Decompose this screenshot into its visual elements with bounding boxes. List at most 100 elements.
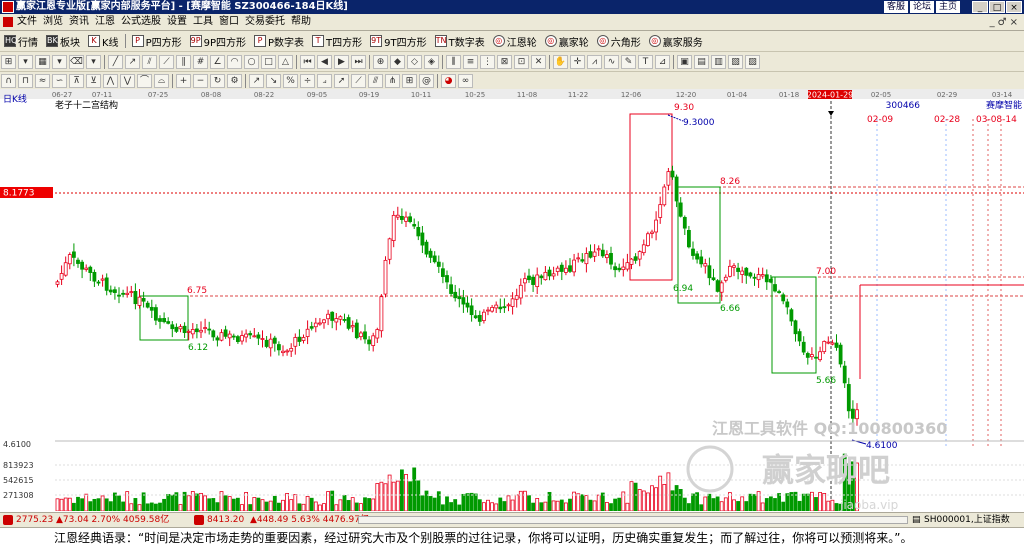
kline-chart-svg[interactable]: 06-27 07-11 07-25 08-08 08-22 09-05 09-19 10-11… xyxy=(0,89,1024,511)
text-tool-icon[interactable]: T xyxy=(638,54,653,69)
triangle-tool-icon[interactable]: △ xyxy=(278,54,293,69)
candles-icon[interactable]: ▨ xyxy=(745,54,760,69)
last-bar-icon[interactable]: ⏭ xyxy=(351,54,366,69)
indicator-e-icon[interactable]: ⊼ xyxy=(69,73,84,88)
toolbar-gann-wheel-button[interactable]: ◎ 江恩轮 xyxy=(489,32,541,50)
zoom-out-icon[interactable]: − xyxy=(193,73,208,88)
cycle-tool-icon[interactable]: ∥ xyxy=(176,54,191,69)
settings-icon[interactable]: ⚙ xyxy=(227,73,242,88)
x-mark-icon[interactable]: ✕ xyxy=(531,54,546,69)
zoom-in-icon[interactable]: + xyxy=(176,73,191,88)
circle-tool-icon[interactable]: ○ xyxy=(244,54,259,69)
time-zone-icon[interactable]: ⋮ xyxy=(480,54,495,69)
toolbar-9p-square-button[interactable]: 9P 9P四方形 xyxy=(186,32,250,50)
menu-help[interactable]: 帮助 xyxy=(291,14,317,30)
ratio-icon[interactable]: ÷ xyxy=(300,73,315,88)
indicator-a-icon[interactable]: ∩ xyxy=(1,73,16,88)
cycle-lines-icon[interactable]: ⫼ xyxy=(446,54,461,69)
toolbar-t-table-button[interactable]: TN T数字表 xyxy=(431,32,489,50)
menu-trade[interactable]: 交易委托 xyxy=(245,14,291,30)
indicator-c-icon[interactable]: ≈ xyxy=(35,73,50,88)
toolbar-winner-wheel-button[interactable]: ◎ 赢家轮 xyxy=(541,32,593,50)
menu-news[interactable]: 资讯 xyxy=(69,14,95,30)
kline-chart[interactable]: 06-27 07-11 07-25 08-08 08-22 09-05 09-19 10-11… xyxy=(0,89,1024,511)
crosshair-icon[interactable]: ✛ xyxy=(570,54,585,69)
target-icon[interactable]: ⊕ xyxy=(373,54,388,69)
diamond-icon[interactable]: ◆ xyxy=(390,54,405,69)
customer-service-link[interactable]: 客服 xyxy=(883,1,908,13)
indicator-i-icon[interactable]: ⌒ xyxy=(137,73,152,88)
diamond-up-icon[interactable]: ◈ xyxy=(424,54,439,69)
hand-icon[interactable]: ✋ xyxy=(553,54,568,69)
toolbar-9t-square-button[interactable]: 9T 9T四方形 xyxy=(366,32,430,50)
status-index-code[interactable]: SH000001,上证指数 xyxy=(924,513,1010,527)
menu-settings[interactable]: 设置 xyxy=(167,14,193,30)
angle-tool-icon[interactable]: ∠ xyxy=(210,54,225,69)
grid-tool-icon[interactable]: # xyxy=(193,54,208,69)
forum-link[interactable]: 论坛 xyxy=(909,1,934,13)
toolbar-quotes-button[interactable]: HQ 行情 xyxy=(0,32,42,50)
ray-tool-icon[interactable]: ↗ xyxy=(125,54,140,69)
close-button[interactable]: × xyxy=(1006,1,1022,13)
square-nine-icon[interactable]: ⊞ xyxy=(402,73,417,88)
layout-icon[interactable]: ⊞ xyxy=(1,54,16,69)
arc-tool-icon[interactable]: ◠ xyxy=(227,54,242,69)
zigzag-icon[interactable]: ⩘ xyxy=(587,54,602,69)
toolbar-p-table-button[interactable]: P P数字表 xyxy=(250,32,308,50)
toolbar-sector-button[interactable]: BK 板块 xyxy=(42,32,84,50)
columns-icon[interactable]: ▥ xyxy=(711,54,726,69)
menu-window[interactable]: 窗口 xyxy=(219,14,245,30)
first-bar-icon[interactable]: ⏮ xyxy=(300,54,315,69)
arrow-icon[interactable]: ➚ xyxy=(334,73,349,88)
dropdown-arrow-icon[interactable]: ▾ xyxy=(52,54,67,69)
menu-app-icon[interactable] xyxy=(3,17,13,27)
child-close-button[interactable]: × xyxy=(1010,17,1018,28)
indicator-d-icon[interactable]: ∽ xyxy=(52,73,67,88)
toolbar-t-square-button[interactable]: T T四方形 xyxy=(308,32,366,50)
square-cross-icon[interactable]: ⊡ xyxy=(514,54,529,69)
prev-bar-icon[interactable]: ◀ xyxy=(317,54,332,69)
sh-index-value[interactable]: 2775.23 xyxy=(16,513,53,527)
speed-lines-icon[interactable]: ⟋ xyxy=(351,73,366,88)
bars-icon[interactable]: ▤ xyxy=(694,54,709,69)
stack-icon[interactable]: ▧ xyxy=(728,54,743,69)
indicator-f-icon[interactable]: ⊻ xyxy=(86,73,101,88)
color-wheel-icon[interactable]: ◕ xyxy=(441,73,456,88)
toolbar-winner-service-button[interactable]: ◎ 赢家服务 xyxy=(645,32,707,50)
menu-file[interactable]: 文件 xyxy=(17,14,43,30)
next-bar-icon[interactable]: ▶ xyxy=(334,54,349,69)
homepage-link[interactable]: 主页 xyxy=(935,1,960,13)
toolbar-hexagon-button[interactable]: ◎ 六角形 xyxy=(593,32,645,50)
child-restore-button[interactable]: ♂ xyxy=(998,17,1007,28)
refresh-icon[interactable]: ↻ xyxy=(210,73,225,88)
wave-icon[interactable]: ∿ xyxy=(604,54,619,69)
diamond-outline-icon[interactable]: ◇ xyxy=(407,54,422,69)
menu-gann[interactable]: 江恩 xyxy=(95,14,121,30)
indicator-h-icon[interactable]: ⋁ xyxy=(120,73,135,88)
minimize-button[interactable]: _ xyxy=(972,1,988,13)
line-tool-icon[interactable]: ╱ xyxy=(108,54,123,69)
sz-index-value[interactable]: 8413.20 xyxy=(207,513,244,527)
window-icon[interactable]: ▣ xyxy=(677,54,692,69)
dropdown-arrow-icon[interactable]: ▾ xyxy=(86,54,101,69)
box-tool-icon[interactable]: □ xyxy=(261,54,276,69)
gann-box-icon[interactable]: ⊠ xyxy=(497,54,512,69)
pitchfork-icon[interactable]: ⋔ xyxy=(385,73,400,88)
measure-icon[interactable]: ⊿ xyxy=(655,54,670,69)
menu-formula-screening[interactable]: 公式选股 xyxy=(121,14,167,30)
menu-tools[interactable]: 工具 xyxy=(193,14,219,30)
toolbar-p-square-button[interactable]: P P四方形 xyxy=(128,32,186,50)
trend-down-icon[interactable]: ↘ xyxy=(266,73,281,88)
fan-tool-icon[interactable]: ⟋ xyxy=(159,54,174,69)
indicator-j-icon[interactable]: ⌓ xyxy=(154,73,169,88)
indicator-g-icon[interactable]: ⋀ xyxy=(103,73,118,88)
percent-icon[interactable]: % xyxy=(283,73,298,88)
maximize-button[interactable]: □ xyxy=(989,1,1005,13)
channel-tool-icon[interactable]: ⫽ xyxy=(142,54,157,69)
child-minimize-button[interactable]: _ xyxy=(990,17,995,28)
indicator-b-icon[interactable]: ⊓ xyxy=(18,73,33,88)
horizontal-scrollbar[interactable] xyxy=(358,516,908,524)
channel-icon[interactable]: ⫻ xyxy=(368,73,383,88)
spiral-icon[interactable]: @ xyxy=(419,73,434,88)
pen-icon[interactable]: ✎ xyxy=(621,54,636,69)
